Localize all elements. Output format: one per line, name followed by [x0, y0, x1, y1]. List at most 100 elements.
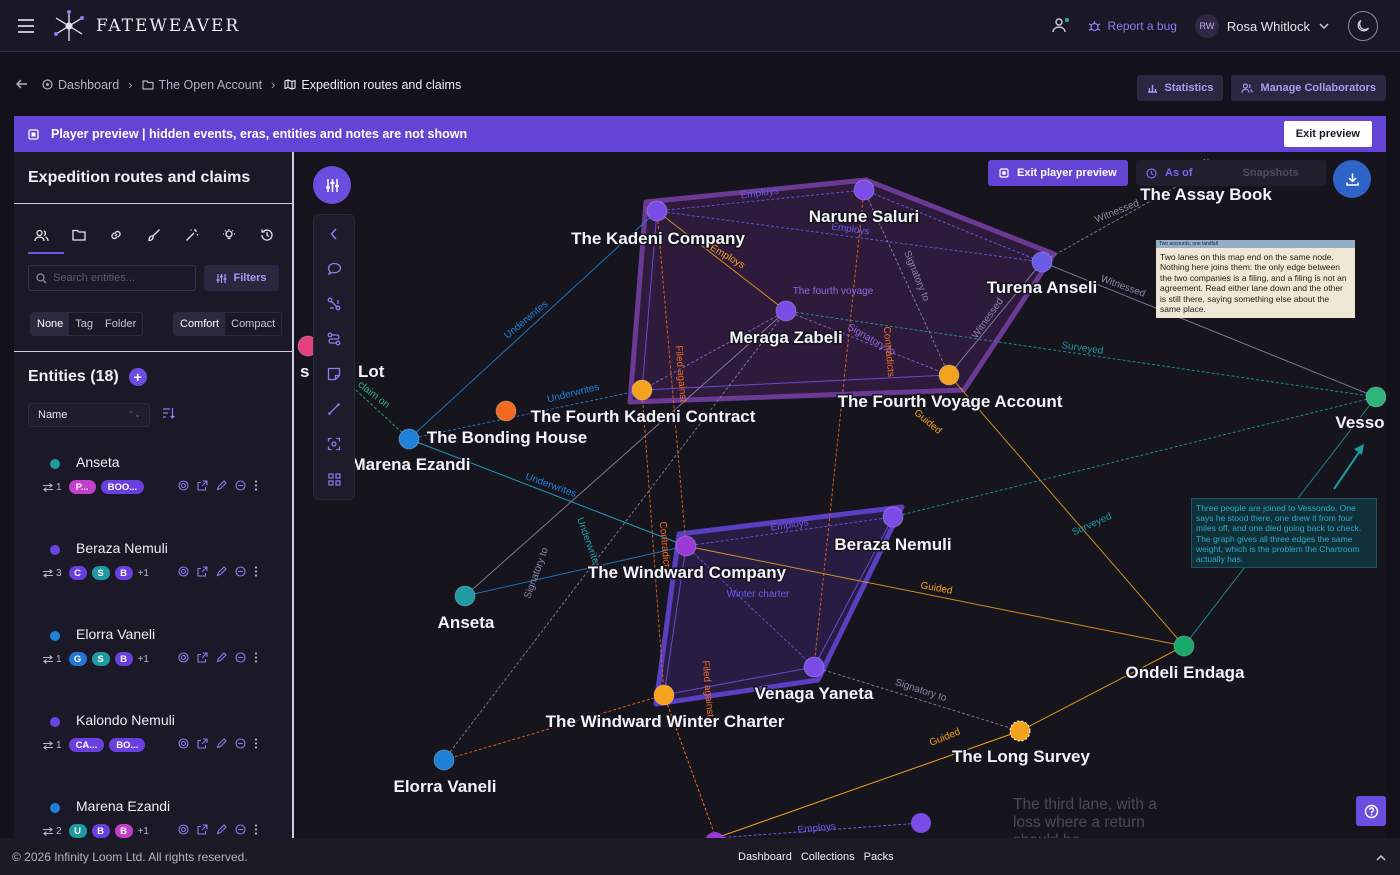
- tab-magic[interactable]: [179, 224, 205, 246]
- footer-link-collections[interactable]: Collections: [801, 851, 855, 863]
- node-label[interactable]: Marena Ezandi: [350, 454, 472, 476]
- node-label[interactable]: Venaga Yaneta: [753, 683, 875, 705]
- pencil-icon[interactable]: [216, 824, 227, 835]
- breadcrumb-dashboard[interactable]: Dashboard: [42, 78, 119, 92]
- graph-node[interactable]: [646, 200, 668, 222]
- more-vertical-icon[interactable]: [254, 480, 258, 491]
- pencil-icon[interactable]: [216, 738, 227, 749]
- entity-row[interactable]: Marena Ezandi 2 U B B +1: [28, 794, 280, 838]
- tag-chip[interactable]: B: [114, 652, 133, 666]
- comment-icon[interactable]: [323, 260, 345, 278]
- tag-chip[interactable]: P...: [68, 480, 96, 494]
- tab-links[interactable]: [103, 224, 129, 246]
- node-label[interactable]: Ondeli Endaga: [1124, 662, 1247, 684]
- manage-collaborators-button[interactable]: Manage Collaborators: [1231, 75, 1386, 101]
- app-logo[interactable]: FATEWEAVER: [52, 9, 240, 43]
- node-label[interactable]: The Fourth Voyage Account: [836, 391, 1064, 413]
- entity-row[interactable]: Elorra Vaneli 1 G S B +1: [28, 622, 280, 692]
- graph-node[interactable]: [1031, 251, 1053, 273]
- exit-preview-button[interactable]: Exit preview: [1283, 121, 1372, 147]
- node-label[interactable]: The Windward Company: [586, 562, 788, 584]
- menu-icon[interactable]: [0, 0, 52, 52]
- minus-circle-icon[interactable]: [235, 566, 246, 577]
- graph-edge[interactable]: [1019, 645, 1185, 732]
- graph-node[interactable]: [398, 428, 420, 450]
- open-external-icon[interactable]: [197, 652, 208, 663]
- users-icon[interactable]: [1051, 17, 1070, 36]
- tab-history[interactable]: [254, 224, 280, 246]
- graph-node[interactable]: [775, 300, 797, 322]
- back-arrow-icon[interactable]: [16, 77, 28, 92]
- node-label[interactable]: Elorra Vaneli: [392, 776, 498, 798]
- graph-canvas[interactable]: Employs Employs Employs Signatory to Signato…: [296, 152, 1386, 838]
- graph-node[interactable]: [803, 656, 825, 678]
- tag-chip[interactable]: U: [68, 824, 87, 838]
- faded-note[interactable]: The third lane, with a loss where a retu…: [1013, 796, 1188, 838]
- minus-circle-icon[interactable]: [235, 824, 246, 835]
- sort-direction-icon[interactable]: [162, 407, 175, 422]
- entity-row[interactable]: Anseta 1 P... BOO...: [28, 450, 280, 520]
- breadcrumb-project[interactable]: The Open Account: [141, 78, 262, 92]
- statistics-button[interactable]: Statistics: [1136, 75, 1224, 101]
- minus-circle-icon[interactable]: [235, 738, 246, 749]
- line-tool-icon[interactable]: [323, 400, 345, 418]
- search-input[interactable]: [53, 272, 183, 284]
- node-label[interactable]: Lot: [357, 361, 387, 383]
- footer-link-dashboard[interactable]: Dashboard: [738, 851, 792, 863]
- tag-chip[interactable]: BOO...: [100, 480, 145, 494]
- graph-node[interactable]: [653, 684, 675, 706]
- sticky-note-icon[interactable]: [323, 365, 345, 383]
- open-external-icon[interactable]: [197, 824, 208, 835]
- graph-node[interactable]: [911, 813, 931, 833]
- node-label[interactable]: s: [299, 361, 311, 383]
- node-label[interactable]: The Bonding House: [425, 427, 589, 449]
- target-icon[interactable]: [178, 480, 189, 491]
- target-icon[interactable]: [178, 566, 189, 577]
- connect-icon[interactable]: [323, 295, 345, 313]
- tag-chip[interactable]: CA...: [68, 738, 105, 752]
- footer-link-packs[interactable]: Packs: [864, 851, 894, 863]
- more-vertical-icon[interactable]: [254, 652, 258, 663]
- graph-node[interactable]: [1009, 720, 1031, 742]
- graph-node[interactable]: [1173, 635, 1195, 657]
- filters-button[interactable]: Filters: [204, 265, 279, 291]
- tag-chip[interactable]: BO...: [109, 738, 146, 752]
- minus-circle-icon[interactable]: [235, 480, 246, 491]
- pencil-icon[interactable]: [216, 566, 227, 577]
- minus-circle-icon[interactable]: [235, 652, 246, 663]
- tag-chip[interactable]: S: [91, 566, 110, 580]
- tag-chip[interactable]: B: [114, 824, 133, 838]
- node-label[interactable]: Narune Saluri: [807, 206, 921, 228]
- target-icon[interactable]: [178, 824, 189, 835]
- open-external-icon[interactable]: [197, 566, 208, 577]
- density-comfort[interactable]: Comfort: [174, 313, 226, 335]
- graph-node[interactable]: [882, 506, 904, 528]
- node-label[interactable]: Beraza Nemuli: [833, 534, 953, 556]
- sort-select[interactable]: Name ⌃⌄: [28, 403, 150, 427]
- user-menu[interactable]: RW Rosa Whitlock: [1194, 14, 1330, 38]
- tag-chip[interactable]: B: [91, 824, 110, 838]
- open-external-icon[interactable]: [197, 738, 208, 749]
- tag-chip[interactable]: B: [114, 566, 133, 580]
- sticky-note-vessondo[interactable]: Three people are joined to Vessondo. One…: [1191, 498, 1377, 568]
- pencil-icon[interactable]: [216, 652, 227, 663]
- sticky-note-landfall[interactable]: Two accounts, one landfall Two lanes on …: [1156, 240, 1355, 318]
- theme-toggle-button[interactable]: [1348, 11, 1378, 41]
- add-entity-button[interactable]: +: [128, 368, 147, 386]
- graph-node[interactable]: [433, 749, 455, 771]
- tab-folders[interactable]: [66, 224, 92, 246]
- report-bug-button[interactable]: Report a bug: [1088, 19, 1177, 33]
- route-icon[interactable]: [323, 330, 345, 348]
- tag-chip[interactable]: G: [68, 652, 87, 666]
- grouping-tag[interactable]: Tag: [69, 313, 99, 335]
- grouping-none[interactable]: None: [31, 313, 70, 335]
- node-label[interactable]: Turena Anseli: [985, 277, 1099, 299]
- graph-edge[interactable]: [948, 374, 1185, 647]
- grid-icon[interactable]: [323, 470, 345, 488]
- node-label[interactable]: The Fourth Kadeni Contract: [529, 406, 757, 428]
- graph-node[interactable]: [1365, 386, 1386, 408]
- graph-node[interactable]: [675, 535, 697, 557]
- entity-row[interactable]: Beraza Nemuli 3 C S B +1: [28, 536, 280, 606]
- download-button[interactable]: [1333, 160, 1371, 198]
- help-button[interactable]: [1356, 796, 1386, 826]
